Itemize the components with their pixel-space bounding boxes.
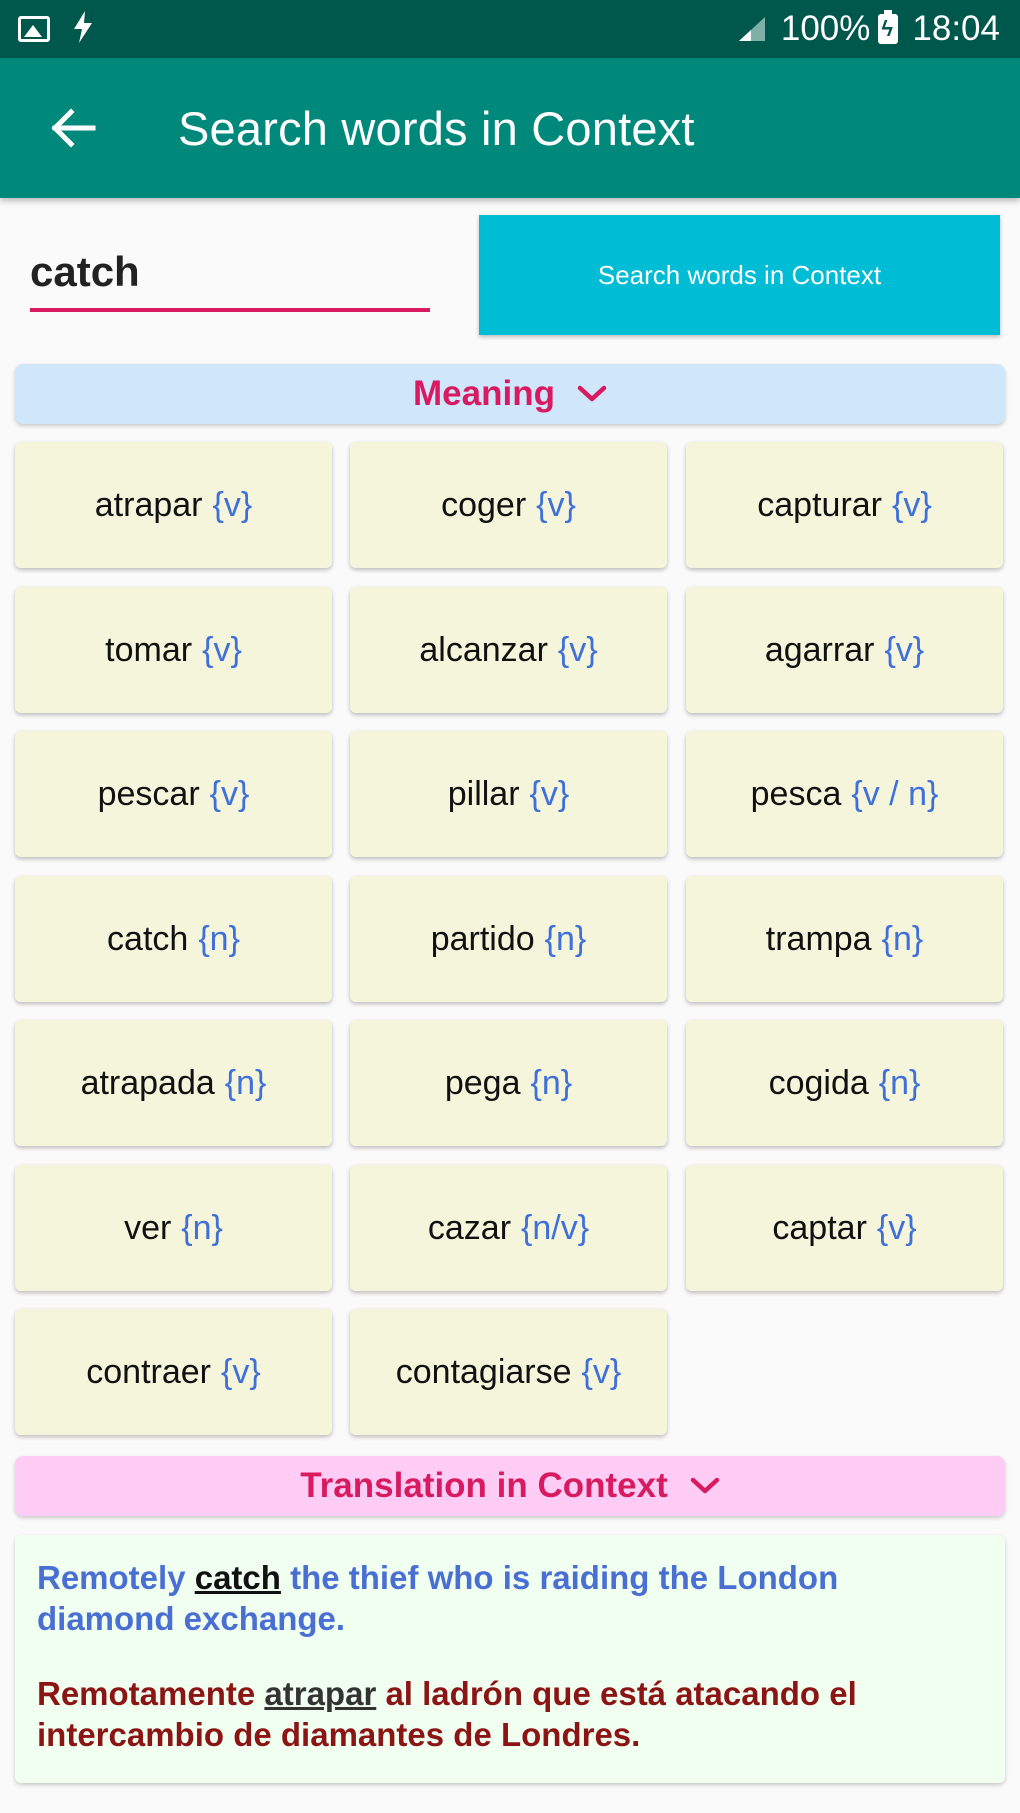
meaning-word: captar xyxy=(772,1208,867,1247)
part-of-speech: {n/v} xyxy=(521,1208,590,1247)
meaning-word: cazar xyxy=(427,1208,512,1247)
meaning-card[interactable]: atrapada {n} xyxy=(15,1020,332,1146)
meaning-card[interactable]: captar {v} xyxy=(686,1165,1003,1291)
part-of-speech: {v} xyxy=(557,630,598,669)
translation-context-header[interactable]: Translation in Context xyxy=(15,1456,1005,1516)
meaning-card[interactable]: coger {v} xyxy=(350,442,667,568)
meaning-card[interactable]: tomar {v} xyxy=(15,587,332,713)
meaning-header-label: Meaning xyxy=(413,374,555,413)
part-of-speech: {v / n} xyxy=(851,774,939,813)
meaning-word: partido xyxy=(430,919,535,958)
meaning-card[interactable]: ver {n} xyxy=(15,1165,332,1291)
meaning-card[interactable]: contagiarse {v} xyxy=(350,1309,667,1435)
meaning-card[interactable]: alcanzar {v} xyxy=(350,587,667,713)
part-of-speech: {n} xyxy=(181,1208,223,1247)
part-of-speech: {v} xyxy=(202,630,242,669)
part-of-speech: {n} xyxy=(544,919,587,958)
part-of-speech: {v} xyxy=(209,774,250,813)
meaning-card[interactable]: agarrar {v} xyxy=(686,587,1003,713)
part-of-speech: {v} xyxy=(892,485,932,524)
meaning-card[interactable]: cazar {n/v} xyxy=(350,1165,667,1291)
search-button[interactable]: Search words in Context xyxy=(479,215,1000,335)
battery-percent: 100% xyxy=(780,9,871,48)
spanish-highlight: atrapar xyxy=(264,1675,377,1712)
meaning-word: alcanzar xyxy=(419,630,548,669)
meaning-card[interactable]: catch {n} xyxy=(15,876,332,1002)
search-input[interactable] xyxy=(30,242,430,312)
meaning-card[interactable]: capturar {v} xyxy=(686,442,1003,568)
meaning-word: ver xyxy=(124,1208,172,1247)
meaning-word: pillar xyxy=(447,774,520,813)
part-of-speech: {n} xyxy=(881,919,924,958)
meaning-word: cogida xyxy=(768,1063,869,1102)
meaning-word: pega xyxy=(444,1063,521,1102)
meaning-word: contraer xyxy=(86,1352,211,1391)
meaning-card[interactable]: atrapar {v} xyxy=(15,442,332,568)
meaning-card[interactable]: pega {n} xyxy=(350,1020,667,1146)
app-bar: Search words in Context xyxy=(0,58,1020,198)
status-bar: 100% 18:04 xyxy=(0,0,1020,58)
page-title: Search words in Context xyxy=(178,101,695,155)
meaning-word: pescar xyxy=(97,774,200,813)
meaning-word: tomar xyxy=(105,630,193,669)
part-of-speech: {n} xyxy=(530,1063,573,1102)
english-highlight: catch xyxy=(194,1559,281,1596)
status-left xyxy=(18,10,94,48)
meaning-word: contagiarse xyxy=(395,1352,572,1391)
meaning-word: trampa xyxy=(765,919,872,958)
battery-charging-icon xyxy=(878,10,899,44)
spanish-before: Remotamente xyxy=(37,1675,265,1712)
meaning-card[interactable]: pillar {v} xyxy=(350,731,667,857)
part-of-speech: {v} xyxy=(529,774,570,813)
meaning-card[interactable]: cogida {n} xyxy=(686,1020,1003,1146)
back-button[interactable] xyxy=(24,78,124,178)
part-of-speech: {n} xyxy=(224,1063,267,1102)
translation-context-header-label: Translation in Context xyxy=(300,1466,668,1505)
chevron-down-icon xyxy=(577,385,607,402)
meaning-word: agarrar xyxy=(764,630,875,669)
part-of-speech: {n} xyxy=(198,919,240,958)
status-right: 100% 18:04 xyxy=(737,9,1000,49)
context-panel: Remotely catch the thief who is raiding … xyxy=(15,1535,1005,1783)
part-of-speech: {v} xyxy=(212,485,253,524)
part-of-speech: {v} xyxy=(581,1352,622,1391)
meaning-word: catch xyxy=(107,919,189,958)
meaning-word: atrapada xyxy=(80,1063,215,1102)
meaning-word: capturar xyxy=(757,485,882,524)
meaning-word: coger xyxy=(441,485,527,524)
meaning-card[interactable]: pescar {v} xyxy=(15,731,332,857)
part-of-speech: {v} xyxy=(221,1352,261,1391)
part-of-speech: {v} xyxy=(884,630,925,669)
flash-icon xyxy=(72,10,94,48)
meaning-word: atrapar xyxy=(94,485,203,524)
meaning-header[interactable]: Meaning xyxy=(15,364,1005,424)
meaning-card[interactable]: contraer {v} xyxy=(15,1309,332,1435)
gallery-icon xyxy=(18,16,50,42)
english-sentence: Remotely catch the thief who is raiding … xyxy=(37,1557,983,1639)
meaning-card[interactable]: partido {n} xyxy=(350,876,667,1002)
clock: 18:04 xyxy=(912,9,1000,48)
meaning-card[interactable]: pesca {v / n} xyxy=(686,731,1003,857)
part-of-speech: {n} xyxy=(878,1063,921,1102)
spanish-sentence: Remotamente atrapar al ladrón que está a… xyxy=(37,1673,983,1755)
arrow-back-icon xyxy=(51,108,96,148)
english-before: Remotely xyxy=(37,1559,195,1596)
part-of-speech: {v} xyxy=(536,485,576,524)
chevron-down-icon xyxy=(690,1477,720,1494)
signal-icon xyxy=(738,17,765,41)
meaning-card[interactable]: trampa {n} xyxy=(686,876,1003,1002)
part-of-speech: {v} xyxy=(876,1208,917,1247)
meaning-word: pesca xyxy=(750,774,842,813)
